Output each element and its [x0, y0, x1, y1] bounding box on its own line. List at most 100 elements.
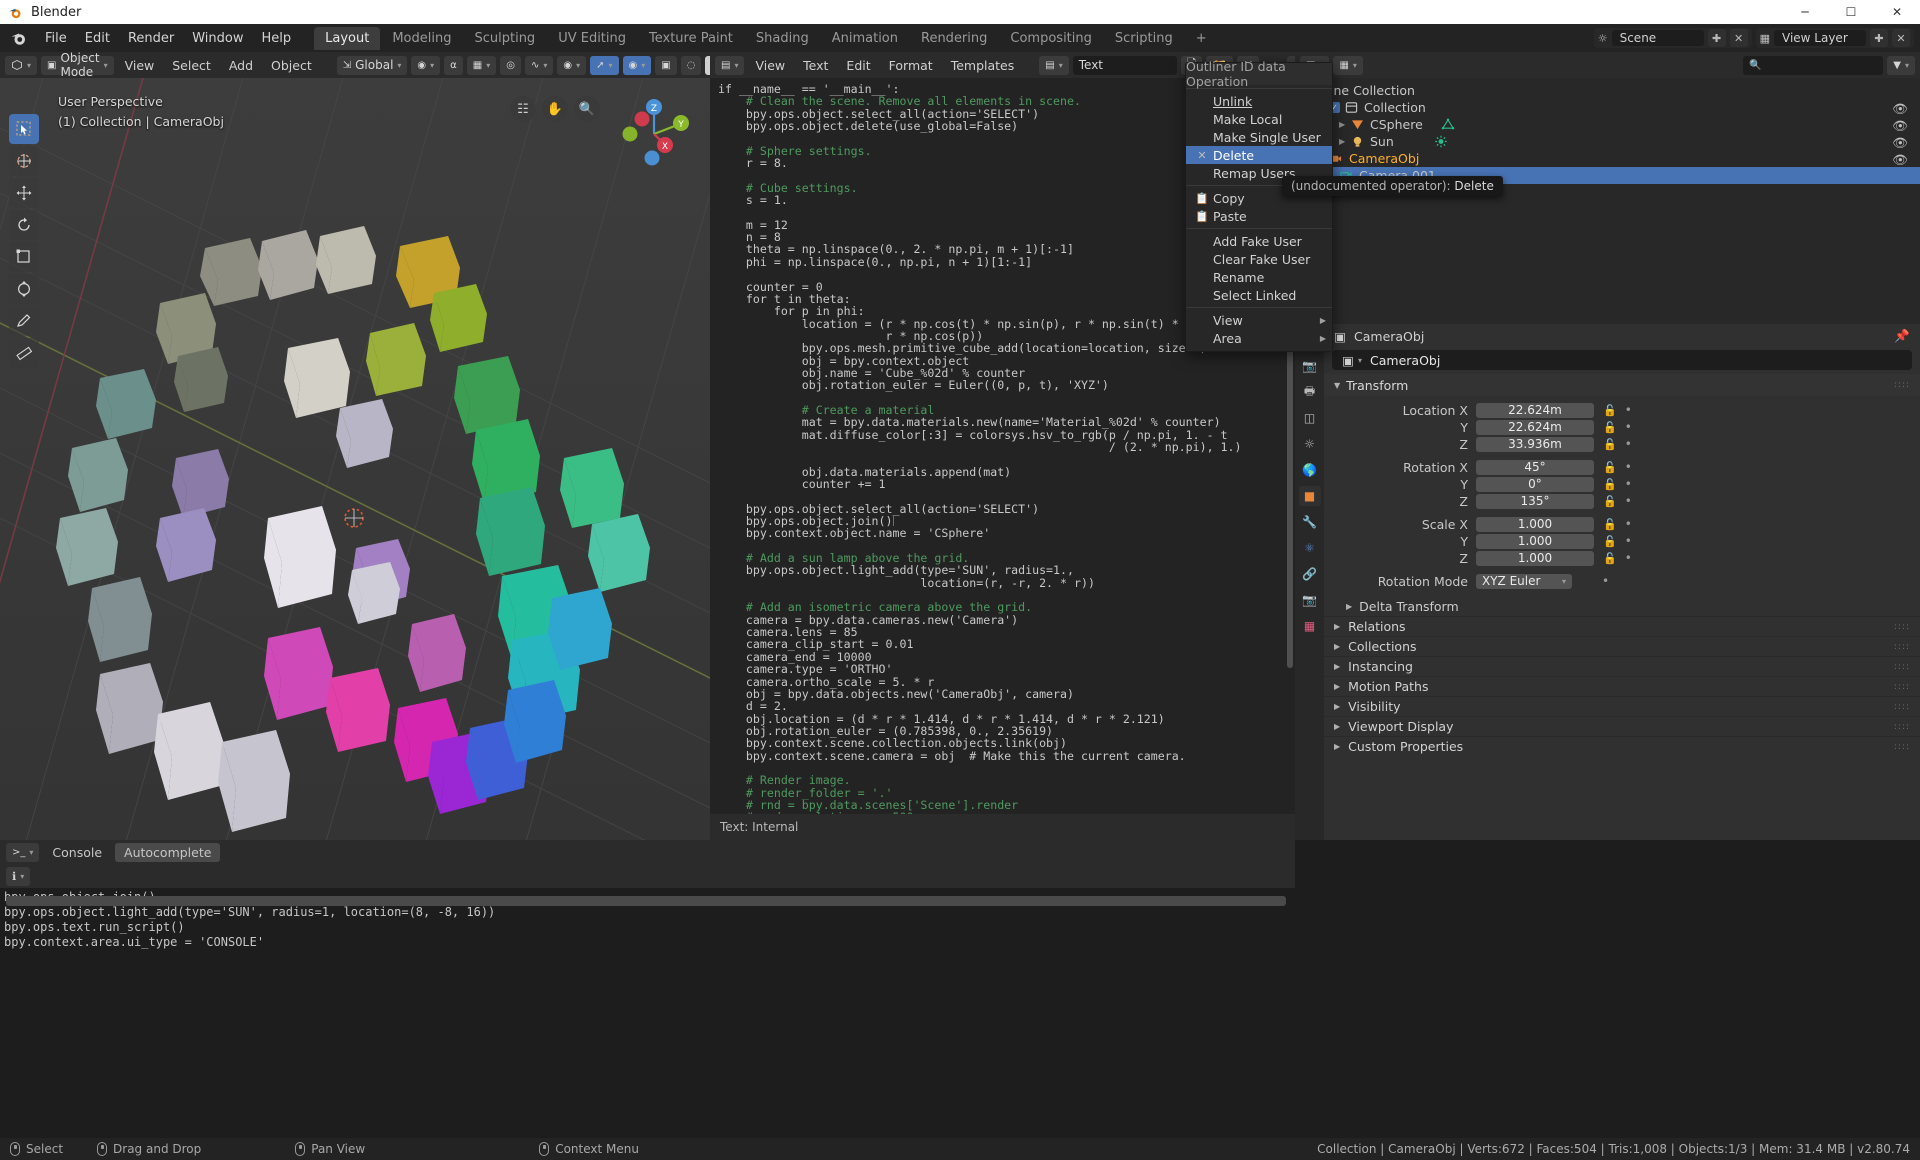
text-menu-view[interactable]: View [748, 56, 792, 75]
properties-tab-view-layer[interactable]: ◫ [1299, 408, 1321, 428]
panel-motion-paths[interactable]: ▶ Motion Paths :::: [1324, 676, 1920, 696]
outliner-filter-button[interactable]: ▼ ▾ [1887, 55, 1915, 75]
tool-move[interactable] [9, 178, 39, 208]
maximize-button[interactable]: ☐ [1828, 0, 1874, 24]
text-datablock-selector[interactable]: ▤ ▾ [1039, 55, 1069, 75]
lock-icon[interactable]: 🔓 [1603, 552, 1617, 565]
text-menu-templates[interactable]: Templates [944, 56, 1022, 75]
properties-tab-render[interactable]: 📷 [1299, 356, 1321, 376]
properties-tab-modifier[interactable]: 🔧 [1299, 512, 1321, 532]
menu-edit[interactable]: Edit [76, 28, 119, 49]
animate-dot-icon[interactable]: • [1625, 477, 1632, 491]
remove-viewlayer-button[interactable]: ✕ [1892, 29, 1910, 47]
navigation-gizmo[interactable]: Z Y X [612, 92, 696, 176]
editor-type-selector-text[interactable]: ▤ ▾ [715, 55, 745, 75]
workspace-tab-scripting[interactable]: Scripting [1104, 27, 1184, 50]
menu-item-make-local[interactable]: Make Local [1186, 110, 1332, 128]
editor-type-selector-console[interactable]: >_ ▾ [6, 842, 40, 862]
panel-instancing[interactable]: ▶ Instancing :::: [1324, 656, 1920, 676]
panel-custom-properties[interactable]: ▶ Custom Properties :::: [1324, 736, 1920, 756]
outliner-row-cameraobj[interactable]: CameraObj 👁 [1295, 150, 1920, 167]
menu-item-clear-fake-user[interactable]: Clear Fake User [1186, 250, 1332, 268]
rotation-x-field[interactable]: 45° [1476, 459, 1594, 475]
scale-y-field[interactable]: 1.000 [1476, 533, 1594, 549]
new-scene-button[interactable]: ✚ [1707, 29, 1726, 47]
rotation-mode-dropdown[interactable]: XYZ Euler ▾ [1476, 573, 1572, 589]
workspace-tab-compositing[interactable]: Compositing [999, 27, 1103, 50]
animate-dot-icon[interactable]: • [1625, 403, 1632, 417]
text-menu-text[interactable]: Text [796, 56, 835, 75]
location-y-field[interactable]: 22.624m [1476, 419, 1594, 435]
workspace-tab-add[interactable]: + [1185, 27, 1218, 50]
menu-item-delete[interactable]: ✕ Delete [1186, 146, 1332, 164]
pan-view-icon[interactable]: ✋ [542, 96, 568, 122]
workspace-tab-uv-editing[interactable]: UV Editing [547, 27, 637, 50]
menu-help[interactable]: Help [253, 28, 301, 49]
menu-file[interactable]: File [36, 28, 76, 49]
editor-type-selector-viewport[interactable]: ▾ [5, 55, 38, 75]
viewport-menu-view[interactable]: View [118, 56, 162, 75]
rotation-y-field[interactable]: 0° [1476, 476, 1594, 492]
properties-tab-output[interactable]: 🖶 [1299, 382, 1321, 402]
workspace-tab-animation[interactable]: Animation [821, 27, 909, 50]
location-z-field[interactable]: 33.936m [1476, 436, 1594, 452]
scene-name-field[interactable]: Scene [1611, 30, 1704, 46]
menu-item-rename[interactable]: Rename [1186, 268, 1332, 286]
lock-icon[interactable]: 🔓 [1603, 478, 1617, 491]
animate-dot-icon[interactable]: • [1625, 494, 1632, 508]
location-x-field[interactable]: 22.624m [1476, 402, 1594, 418]
tool-select-box[interactable] [9, 114, 39, 144]
properties-tab-physics[interactable]: ⚛ [1299, 538, 1321, 558]
gizmo-toggle[interactable]: ➚ ▾ [590, 55, 619, 75]
text-menu-edit[interactable]: Edit [839, 56, 877, 75]
zoom-view-icon[interactable]: 🔍 [574, 96, 600, 122]
viewport-menu-object[interactable]: Object [264, 56, 319, 75]
new-viewlayer-button[interactable]: ✚ [1870, 29, 1888, 47]
workspace-tab-rendering[interactable]: Rendering [910, 27, 998, 50]
console-menu-autocomplete[interactable]: Autocomplete [115, 842, 221, 862]
falloff-selector[interactable]: ∿ ▾ [524, 55, 554, 75]
mesh-data-icon[interactable] [1441, 118, 1455, 131]
workspace-tab-layout[interactable]: Layout [314, 26, 381, 50]
snap-toggle[interactable]: ⍺ [444, 55, 463, 75]
console-menu-console[interactable]: Console [43, 843, 111, 862]
properties-tab-object[interactable]: ■ [1298, 486, 1321, 506]
xray-toggle[interactable]: ▣ [655, 55, 677, 75]
lock-icon[interactable]: 🔓 [1603, 535, 1617, 548]
visibility-eye-icon[interactable]: 👁 [1892, 135, 1908, 151]
visibility-eye-icon[interactable]: 👁 [1892, 101, 1908, 117]
toggle-xray-view-icon[interactable]: ☷ [510, 96, 536, 122]
outliner-row-csphere[interactable]: ▶ CSphere 👁 [1295, 116, 1920, 133]
outliner-row-collection[interactable]: ✓ Collection 👁 [1295, 99, 1920, 116]
scale-z-field[interactable]: 1.000 [1476, 550, 1594, 566]
scale-x-field[interactable]: 1.000 [1476, 516, 1594, 532]
object-name-field[interactable]: ▣ ▾ CameraObj [1332, 350, 1912, 370]
outliner-display-mode[interactable]: ▦ ▾ [1333, 55, 1363, 75]
disclosure-triangle-icon[interactable]: ▶ [1339, 120, 1347, 129]
info-horizontal-scrollbar[interactable] [6, 896, 1286, 906]
close-button[interactable]: ✕ [1874, 0, 1920, 24]
pivot-point-selector[interactable]: ◉ ▾ [411, 55, 441, 75]
menu-window[interactable]: Window [183, 28, 252, 49]
tool-annotate[interactable] [9, 306, 39, 336]
properties-tab-data[interactable]: 📷 [1299, 590, 1321, 610]
menu-item-paste[interactable]: 📋 Paste [1186, 207, 1332, 225]
tool-rotate[interactable] [9, 210, 39, 240]
viewport-menu-select[interactable]: Select [165, 56, 218, 75]
scene-selector[interactable]: ☼ Scene ✚ ✕ [1593, 28, 1752, 48]
lock-icon[interactable]: 🔓 [1603, 461, 1617, 474]
outliner-search-field[interactable]: 🔍 [1743, 55, 1884, 75]
visibility-eye-icon[interactable]: 👁 [1892, 152, 1908, 168]
proportional-edit-toggle[interactable]: ◎ [500, 55, 521, 75]
shading-wireframe-button[interactable]: ◌ [680, 55, 702, 75]
text-menu-format[interactable]: Format [882, 56, 940, 75]
workspace-tab-sculpting[interactable]: Sculpting [463, 27, 546, 50]
snap-settings[interactable]: ▦ ▾ [466, 55, 497, 75]
viewport-canvas[interactable]: User Perspective (1) Collection | Camera… [0, 78, 710, 840]
editor-type-selector-info[interactable]: ℹ ▾ [6, 866, 31, 886]
menu-item-view[interactable]: View ▶ [1186, 311, 1332, 329]
visibility-selector[interactable]: ◉ ▾ [557, 55, 587, 75]
menu-render[interactable]: Render [119, 28, 183, 49]
workspace-tab-texture-paint[interactable]: Texture Paint [638, 27, 744, 50]
panel-collections[interactable]: ▶ Collections :::: [1324, 636, 1920, 656]
